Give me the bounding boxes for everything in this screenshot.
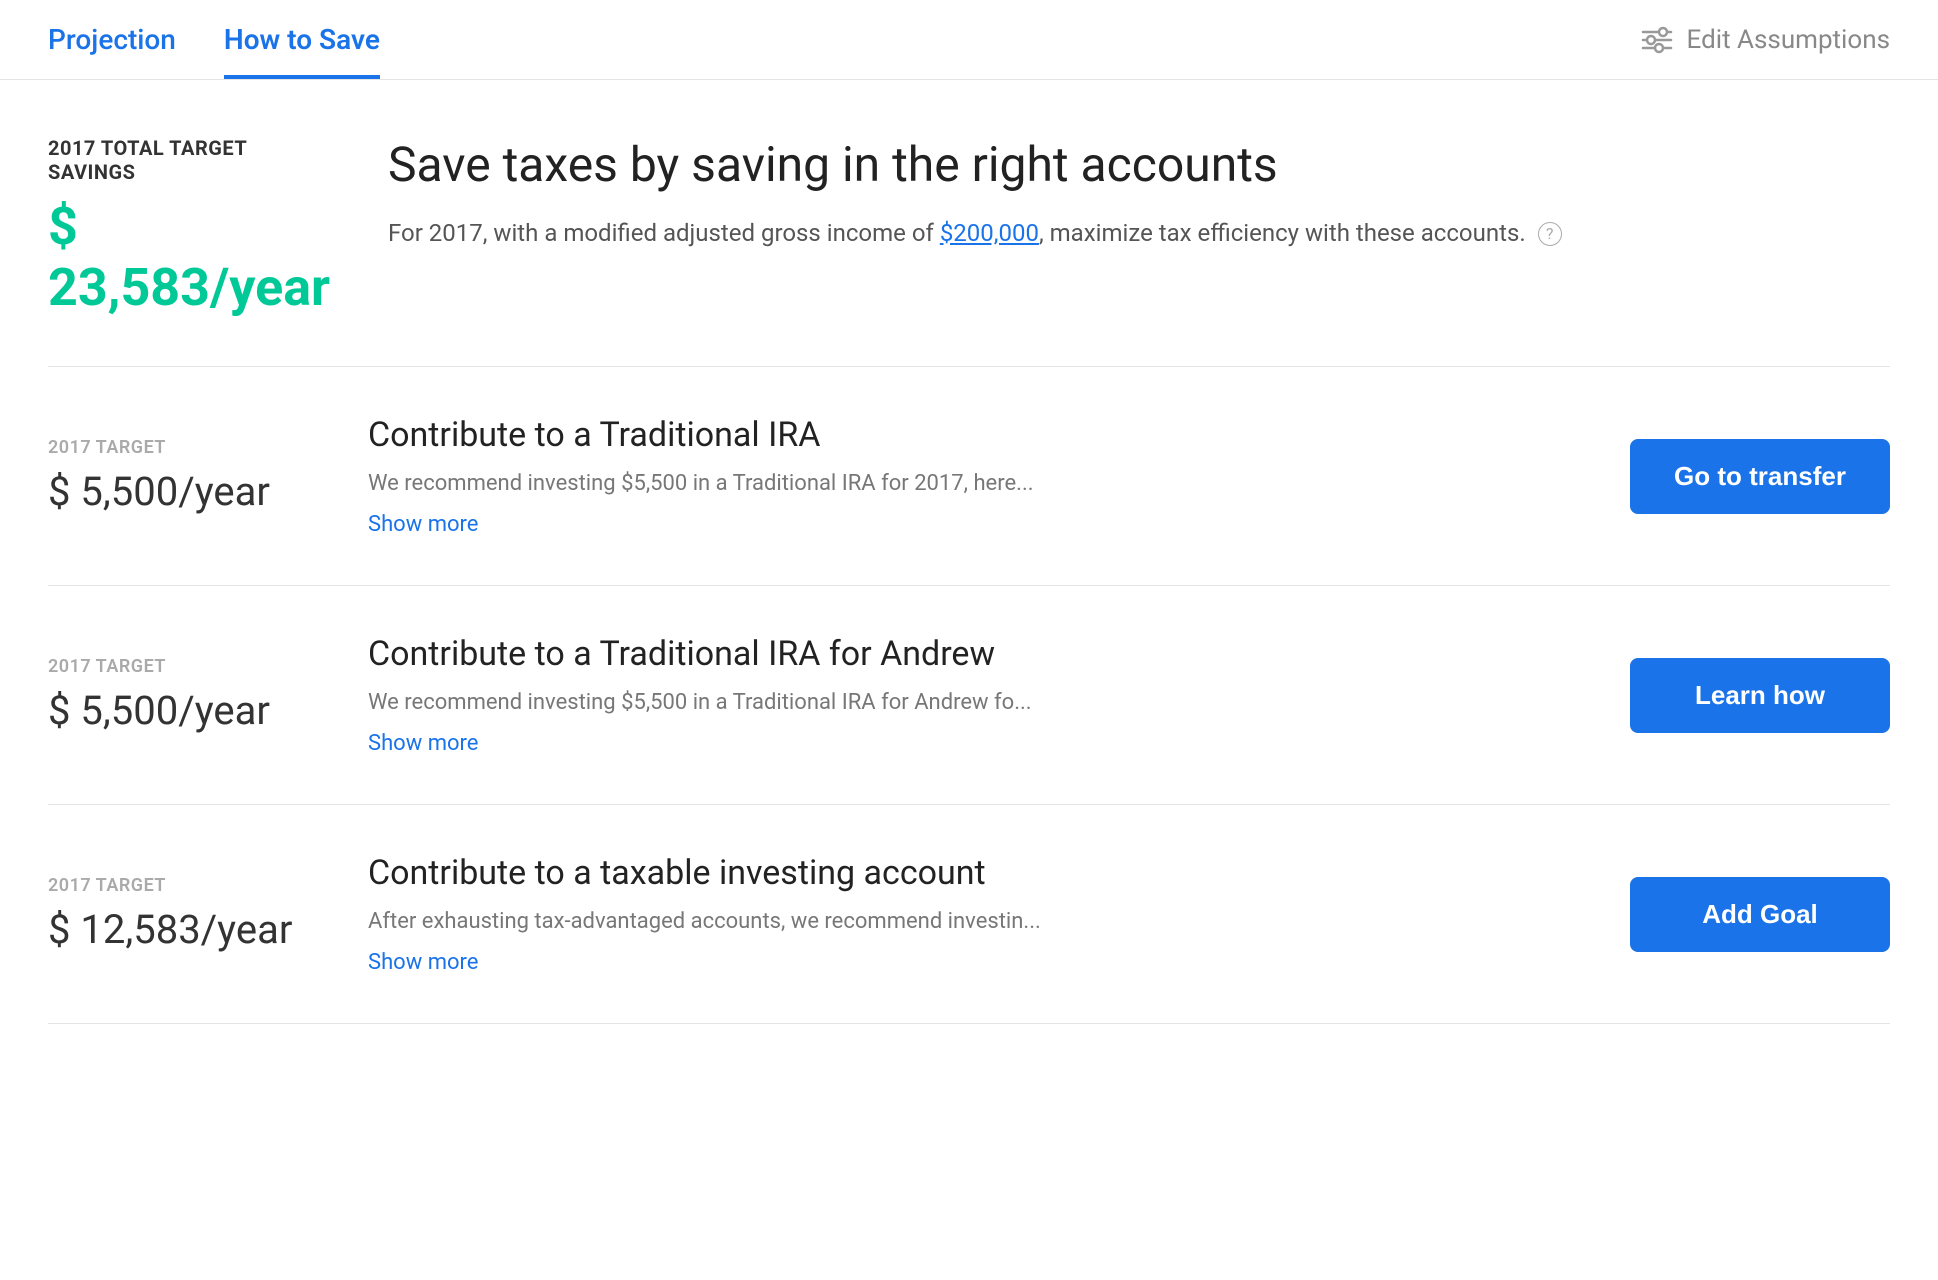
rec-target-label-3: 2017 TARGET [48, 875, 308, 896]
rec-middle-2: Contribute to a Traditional IRA for Andr… [368, 634, 1550, 756]
action-button-3[interactable]: Add Goal [1630, 877, 1890, 952]
hero-right: Save taxes by saving in the right accoun… [388, 136, 1890, 252]
tab-projection[interactable]: Projection [48, 0, 176, 79]
hero-description: For 2017, with a modified adjusted gross… [388, 214, 1890, 252]
show-more-2[interactable]: Show more [368, 731, 478, 756]
rec-desc-2: We recommend investing $5,500 in a Tradi… [368, 686, 1550, 719]
recommendations-list: 2017 TARGET $ 5,500/year Contribute to a… [48, 367, 1890, 1024]
rec-title-1: Contribute to a Traditional IRA [368, 415, 1550, 455]
rec-left-2: 2017 TARGET $ 5,500/year [48, 656, 308, 734]
income-link[interactable]: $200,000 [940, 219, 1039, 247]
rec-title-3: Contribute to a taxable investing accoun… [368, 853, 1550, 893]
rec-right-3: Add Goal [1610, 877, 1890, 952]
edit-assumptions-label: Edit Assumptions [1687, 25, 1890, 55]
hero-section: 2017 TOTAL TARGET SAVINGS $ 23,583/year … [48, 80, 1890, 367]
recommendation-row-1: 2017 TARGET $ 5,500/year Contribute to a… [48, 367, 1890, 586]
rec-target-label-1: 2017 TARGET [48, 437, 308, 458]
sliders-icon [1639, 22, 1675, 58]
rec-right-1: Go to transfer [1610, 439, 1890, 514]
info-icon[interactable]: ? [1538, 222, 1562, 246]
rec-amount-3: $ 12,583/year [48, 906, 308, 953]
hero-desc-post: , maximize tax efficiency with these acc… [1039, 219, 1526, 247]
hero-left: 2017 TOTAL TARGET SAVINGS $ 23,583/year [48, 136, 328, 318]
hero-label: 2017 TOTAL TARGET SAVINGS [48, 136, 328, 184]
rec-target-label-2: 2017 TARGET [48, 656, 308, 677]
rec-left-3: 2017 TARGET $ 12,583/year [48, 875, 308, 953]
rec-amount-1: $ 5,500/year [48, 468, 308, 515]
action-button-2[interactable]: Learn how [1630, 658, 1890, 733]
main-content: 2017 TOTAL TARGET SAVINGS $ 23,583/year … [0, 80, 1938, 1024]
tabs-bar: Projection How to Save Edit Assumptions [0, 0, 1938, 80]
edit-assumptions-button[interactable]: Edit Assumptions [1639, 22, 1890, 58]
rec-amount-2: $ 5,500/year [48, 687, 308, 734]
action-button-1[interactable]: Go to transfer [1630, 439, 1890, 514]
show-more-3[interactable]: Show more [368, 950, 478, 975]
show-more-1[interactable]: Show more [368, 512, 478, 537]
rec-middle-1: Contribute to a Traditional IRA We recom… [368, 415, 1550, 537]
rec-middle-3: Contribute to a taxable investing accoun… [368, 853, 1550, 975]
recommendation-row-2: 2017 TARGET $ 5,500/year Contribute to a… [48, 586, 1890, 805]
rec-title-2: Contribute to a Traditional IRA for Andr… [368, 634, 1550, 674]
rec-right-2: Learn how [1610, 658, 1890, 733]
tab-how-to-save[interactable]: How to Save [224, 0, 380, 79]
hero-title: Save taxes by saving in the right accoun… [388, 136, 1890, 194]
tabs-left: Projection How to Save [48, 0, 380, 79]
recommendation-row-3: 2017 TARGET $ 12,583/year Contribute to … [48, 805, 1890, 1024]
rec-left-1: 2017 TARGET $ 5,500/year [48, 437, 308, 515]
hero-desc-pre: For 2017, with a modified adjusted gross… [388, 219, 940, 247]
rec-desc-3: After exhausting tax-advantaged accounts… [368, 905, 1550, 938]
hero-amount: $ 23,583/year [48, 196, 328, 318]
rec-desc-1: We recommend investing $5,500 in a Tradi… [368, 467, 1550, 500]
